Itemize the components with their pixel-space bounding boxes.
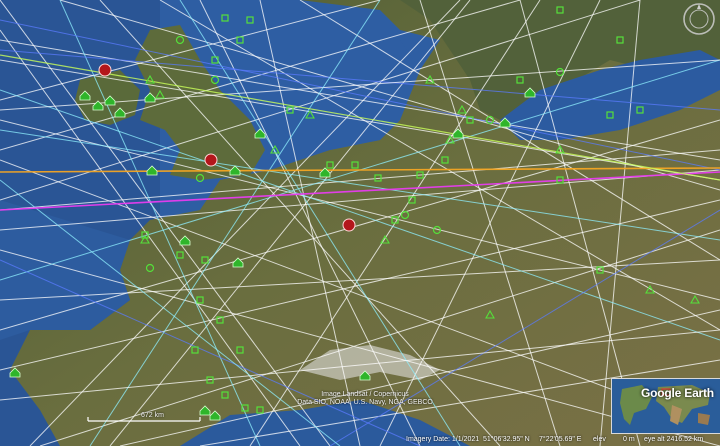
attribution-line-1: Image Landsat / Copernicus xyxy=(321,391,409,398)
red-placemark-icon[interactable] xyxy=(98,63,112,77)
earth-viewport[interactable]: Image Landsat / Copernicus Data SIO, NOA… xyxy=(0,0,720,446)
imagery-date: Imagery Date: 1/1/2021 xyxy=(406,436,480,443)
red-placemark-icon[interactable] xyxy=(204,153,218,167)
eye-altitude: eye alt 2416.52 km xyxy=(644,436,704,443)
scale-label: 672 km xyxy=(141,412,164,419)
google-earth-logo: Google Earth xyxy=(641,386,714,400)
elevation-label: elev xyxy=(593,436,606,443)
attribution-line-2: Data SIO, NOAA, U.S. Navy, NGA, GEBCO xyxy=(297,399,433,406)
elevation-value: 0 m xyxy=(623,436,635,443)
imagery-attribution: Image Landsat / Copernicus Data SIO, NOA… xyxy=(290,391,440,407)
status-bar: Imagery Date: 1/1/2021 51°06'32.95" N 7°… xyxy=(0,434,720,446)
longitude-readout: 7°22'05.69" E xyxy=(539,436,582,443)
latitude-readout: 51°06'32.95" N xyxy=(483,436,530,443)
red-placemark-icon[interactable] xyxy=(342,218,356,232)
